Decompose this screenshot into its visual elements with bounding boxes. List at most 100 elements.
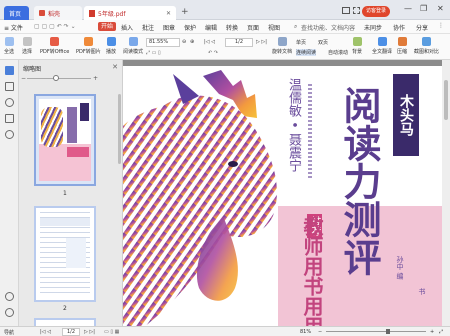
login-button[interactable]: 访客登录: [362, 6, 391, 17]
next-page-icon[interactable]: ▷ ▷|: [256, 39, 267, 45]
tab-home[interactable]: 首页: [4, 6, 29, 20]
pdf-to-office-label: PDF转Office: [40, 49, 70, 55]
publisher-logo-text: 木头马: [398, 94, 414, 136]
thumb-logo: [80, 103, 89, 121]
new-tab-button[interactable]: +: [181, 7, 189, 17]
first-page-icon[interactable]: |◁ ◁: [204, 39, 215, 45]
translate-tool[interactable]: 全文翻译: [372, 37, 392, 55]
compress-tool[interactable]: 压缩: [397, 37, 407, 55]
layout-icon[interactable]: [342, 7, 350, 14]
menu-edit[interactable]: 编辑: [205, 23, 217, 32]
rotate-label: 旋转文档: [272, 49, 293, 55]
translate-icon: [377, 37, 387, 46]
read-mode-tool[interactable]: 阅读模式: [123, 37, 143, 55]
menu-start[interactable]: 开始: [98, 22, 117, 31]
thumb-zoom-in-icon[interactable]: +: [93, 75, 98, 82]
pdf-to-image-tool[interactable]: PDF转图片: [76, 37, 101, 55]
zoom-in-icon[interactable]: ⊕: [190, 39, 194, 45]
vertical-scrollbar-thumb[interactable]: [444, 80, 448, 120]
thumbnail-scrollbar[interactable]: [118, 94, 121, 164]
play-label: 播放: [106, 49, 117, 55]
status-zoom-value[interactable]: 81%: [300, 329, 311, 335]
templates-icon: [39, 10, 45, 16]
fit-icon[interactable]: ⤢ ▭ ▯: [146, 50, 161, 56]
select-all-tool[interactable]: 全选: [4, 37, 14, 55]
thumbnail-page-3-peek[interactable]: [34, 318, 96, 326]
single-page-button[interactable]: 单页: [296, 39, 306, 46]
cover-title: 阅读力测评: [337, 86, 382, 276]
thumb-zoom-out-icon[interactable]: −: [21, 75, 26, 82]
compress-label: 压缩: [397, 49, 408, 55]
document-viewer[interactable]: 温儒敏 • 聂震宁 推荐 阅读力测评 教师用书用用 孙中 编 书 木头马: [123, 60, 450, 326]
close-tab-icon[interactable]: ✕: [166, 10, 171, 17]
continuous-button[interactable]: 连续阅读: [296, 49, 317, 56]
screenshot-tool[interactable]: 截图和对比: [414, 37, 439, 55]
menu-annotate[interactable]: 批注: [142, 23, 154, 32]
pdf-to-office-tool[interactable]: PDF转Office: [40, 37, 69, 55]
status-zoom-out[interactable]: −: [318, 329, 322, 335]
menu-file[interactable]: ≡ 文件: [4, 23, 23, 32]
tab-document[interactable]: 5年级.pdf ✕: [84, 6, 176, 20]
prev-view-icon[interactable]: ↶ ↷: [208, 50, 218, 56]
menu-page[interactable]: 页面: [247, 23, 259, 32]
feature-search[interactable]: 查找功能、文档内容: [301, 23, 355, 32]
fullscreen-icon[interactable]: ⤢: [439, 329, 443, 335]
ribbon-toolbar: 全选 选择 PDF转Office PDF转图片 播放 阅读模式 81.55% ⊖…: [0, 34, 450, 60]
more-icon[interactable]: ⋮: [438, 22, 444, 29]
collab-button[interactable]: 协作: [393, 23, 405, 32]
menu-protect[interactable]: 保护: [184, 23, 196, 32]
auto-scroll-button[interactable]: 自动滚动: [328, 49, 348, 56]
menu-convert[interactable]: 转换: [226, 23, 238, 32]
thumbnail-page-2[interactable]: [34, 206, 96, 302]
status-zoom-slider[interactable]: [326, 329, 426, 334]
title-bar: 首页 稻壳 5年级.pdf ✕ + 访客登录 — ❐ ✕: [0, 0, 450, 20]
search-panel-icon[interactable]: [5, 130, 14, 139]
zoom-out-icon[interactable]: ⊖: [182, 39, 186, 45]
minimize-button[interactable]: —: [404, 4, 412, 13]
thumbnail-icon[interactable]: [5, 66, 14, 75]
zoom-input[interactable]: 81.55%: [146, 38, 180, 47]
status-page[interactable]: 1/2: [62, 328, 81, 336]
menu-view[interactable]: 视图: [268, 23, 280, 32]
sync-status[interactable]: 未同步: [364, 23, 382, 32]
status-next-icon[interactable]: ▷ ▷|: [84, 329, 95, 335]
settings-icon[interactable]: [5, 292, 14, 301]
thumbnail-page-1[interactable]: [34, 94, 96, 186]
share-button[interactable]: 分享: [416, 23, 428, 32]
background-tool[interactable]: 背景: [352, 37, 362, 55]
help-icon[interactable]: [5, 308, 14, 317]
select-tool[interactable]: 选择: [22, 37, 32, 55]
tile-icon[interactable]: [353, 7, 360, 14]
play-tool[interactable]: 播放: [106, 37, 116, 55]
bookmark-icon[interactable]: [5, 82, 14, 91]
background-label: 背景: [352, 49, 363, 55]
page-input[interactable]: 1/2: [225, 38, 253, 47]
compress-icon: [397, 37, 407, 46]
close-panel-icon[interactable]: ✕: [112, 63, 118, 71]
menu-stamp[interactable]: 图章: [163, 23, 175, 32]
rotate-icon: [277, 37, 287, 46]
thumbnail-page-number-1: 1: [63, 190, 67, 197]
screenshot-icon: [422, 37, 431, 46]
attachment-icon[interactable]: [5, 114, 14, 123]
status-prev-icon[interactable]: |◁ ◁: [40, 329, 51, 335]
slider-knob[interactable]: [53, 75, 59, 81]
tab-templates-label: 稻壳: [48, 10, 61, 18]
status-zoom-knob[interactable]: [386, 329, 390, 334]
rotate-tool[interactable]: 旋转文档: [272, 37, 292, 55]
comment-icon[interactable]: [5, 98, 14, 107]
double-page-button[interactable]: 双页: [318, 39, 328, 46]
close-window-button[interactable]: ✕: [437, 4, 444, 13]
vertical-scrollbar[interactable]: [442, 60, 450, 326]
hand-icon: [4, 37, 14, 46]
status-zoom-in[interactable]: +: [430, 329, 434, 335]
nav-button[interactable]: 导航: [4, 329, 14, 336]
menu-quick-icons[interactable]: ▢ ▢ ▢ ↶ ↷ ⌄: [34, 23, 76, 30]
status-view-icons[interactable]: ▭ ▯ ▦: [104, 329, 119, 335]
tab-templates[interactable]: 稻壳: [34, 6, 82, 20]
thumbnail-size-slider[interactable]: [27, 75, 91, 81]
restore-button[interactable]: ❐: [420, 4, 427, 13]
menu-insert[interactable]: 插入: [121, 23, 133, 32]
thumbnail-panel: 缩略图 ✕ − + 1 2: [19, 60, 123, 326]
read-mode-label: 阅读模式: [123, 49, 144, 55]
